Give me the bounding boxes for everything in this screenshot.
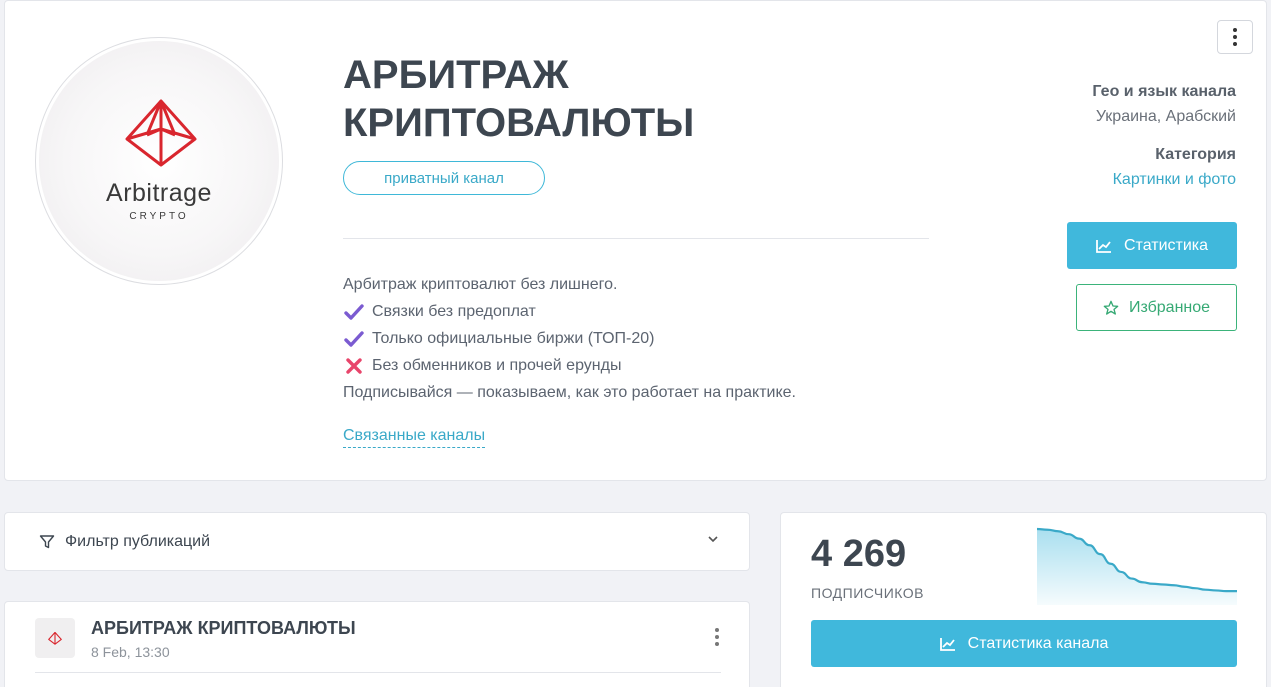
subscriber-label: ПОДПИСЧИКОВ	[811, 585, 925, 601]
publication-filter[interactable]: Фильтр публикаций	[4, 512, 750, 571]
category-block: Категория Картинки и фото	[1113, 146, 1236, 189]
description-text: Подписывайся — показываем, как это работ…	[343, 383, 796, 401]
geo-value: Украина, Арабский	[1095, 108, 1236, 125]
vertical-dots-icon	[715, 628, 719, 646]
divider	[35, 672, 721, 673]
description-text: Без обменников и прочей ерунды	[372, 356, 622, 374]
check-mark-icon	[343, 330, 365, 347]
line-chart-icon	[1096, 239, 1111, 253]
vertical-dots-icon	[1233, 28, 1237, 46]
post-card: АРБИТРАЖ КРИПТОВАЛЮТЫ 8 Feb, 13:30	[4, 601, 750, 687]
pyramid-logo-icon	[125, 99, 197, 167]
channel-description: Арбитраж криптовалют без лишнего. Связки …	[343, 271, 943, 406]
chevron-down-icon[interactable]	[707, 533, 719, 545]
channel-statistics-button[interactable]: Статистика канала	[811, 620, 1237, 667]
cross-mark-icon	[343, 357, 365, 374]
avatar-brand-text: Arbitrage	[106, 179, 212, 207]
post-title: АРБИТРАЖ КРИПТОВАЛЮТЫ	[91, 618, 356, 638]
subscribers-card: 4 269 ПОДПИСЧИКОВ Статистика канала	[780, 512, 1267, 687]
channel-title: АРБИТРАЖ КРИПТОВАЛЮТЫ	[343, 53, 695, 145]
subscriber-count: 4 269	[811, 533, 907, 575]
post-timestamp: 8 Feb, 13:30	[91, 644, 170, 660]
sparkline-area	[1037, 529, 1237, 605]
avatar-brand-subtext: CRYPTO	[129, 211, 189, 222]
related-channels-link[interactable]: Связанные каналы	[343, 427, 486, 448]
description-text: Арбитраж криптовалют без лишнего.	[343, 275, 618, 293]
category-label: Категория	[1155, 146, 1236, 163]
post-avatar	[35, 618, 75, 658]
description-text: Только официальные биржи (ТОП-20)	[372, 329, 655, 347]
description-line: Подписывайся — показываем, как это работ…	[343, 379, 943, 406]
description-line: Только официальные биржи (ТОП-20)	[343, 325, 943, 352]
description-line: Связки без предоплат	[343, 298, 943, 325]
post-options-button[interactable]	[715, 628, 719, 646]
favorite-button[interactable]: Избранное	[1076, 284, 1237, 331]
more-options-button[interactable]	[1217, 20, 1253, 54]
subscriber-trend-sparkline	[1037, 527, 1237, 605]
description-line: Без обменников и прочей ерунды	[343, 352, 943, 379]
geo-language-block: Гео и язык канала Украина, Арабский	[1092, 83, 1236, 126]
favorite-button-label: Избранное	[1128, 298, 1211, 316]
channel-statistics-button-label: Статистика канала	[967, 634, 1109, 652]
check-mark-icon	[343, 303, 365, 320]
pyramid-logo-icon	[48, 631, 62, 645]
description-line: Арбитраж криптовалют без лишнего.	[343, 271, 943, 298]
channel-header-card: Arbitrage CRYPTO АРБИТРАЖ КРИПТОВАЛЮТЫ п…	[4, 0, 1267, 481]
star-icon	[1103, 300, 1119, 315]
filter-funnel-icon	[39, 534, 55, 548]
channel-type-badge: приватный канал	[343, 161, 545, 195]
divider	[343, 238, 929, 239]
description-text: Связки без предоплат	[372, 302, 536, 320]
geo-label: Гео и язык канала	[1092, 83, 1236, 100]
statistics-button-label: Статистика	[1123, 236, 1209, 254]
filter-label: Фильтр публикаций	[65, 532, 211, 550]
statistics-button[interactable]: Статистика	[1067, 222, 1237, 269]
category-link[interactable]: Картинки и фото	[1113, 171, 1236, 189]
line-chart-icon	[939, 637, 955, 651]
channel-avatar: Arbitrage CRYPTO	[35, 37, 283, 285]
